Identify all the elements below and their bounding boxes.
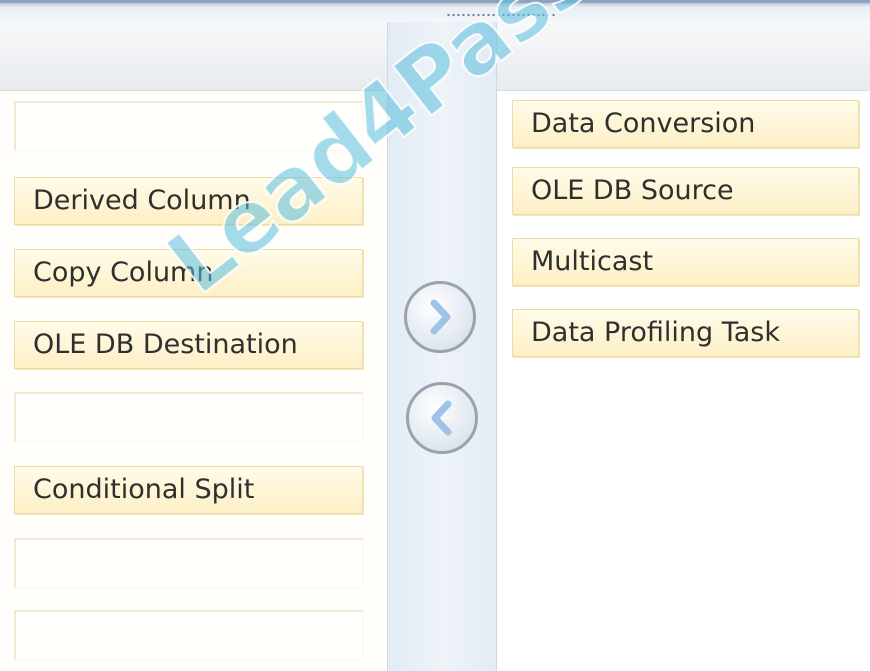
actions-header xyxy=(497,22,870,91)
answer-slot-8[interactable] xyxy=(14,610,363,660)
source-label: Data Profiling Task xyxy=(531,317,780,348)
answer-slot-7[interactable] xyxy=(14,538,363,588)
source-item[interactable]: Data Profiling Task xyxy=(512,309,859,357)
chevron-right-icon xyxy=(430,299,451,335)
answer-slot-3[interactable]: Copy Column xyxy=(14,249,363,297)
source-item[interactable]: OLE DB Source xyxy=(512,167,859,215)
slot-label: Derived Column xyxy=(33,185,251,216)
answer-slot-6[interactable]: Conditional Split xyxy=(14,466,363,514)
window-top-bar xyxy=(0,0,870,22)
move-right-button[interactable] xyxy=(404,281,476,353)
source-label: Multicast xyxy=(531,246,654,277)
source-item[interactable]: Data Conversion xyxy=(512,100,859,148)
move-left-button[interactable] xyxy=(406,382,478,454)
source-label: Data Conversion xyxy=(531,108,756,139)
source-label: OLE DB Source xyxy=(531,175,734,206)
slot-label: Copy Column xyxy=(33,257,214,288)
answer-slot-4[interactable]: OLE DB Destination xyxy=(14,321,363,369)
slot-label: Conditional Split xyxy=(33,474,255,505)
source-item[interactable]: Multicast xyxy=(512,238,859,286)
resize-grip[interactable] xyxy=(446,13,556,17)
answer-slot-1[interactable] xyxy=(14,101,363,151)
chevron-left-icon xyxy=(431,400,452,436)
answer-slot-2[interactable]: Derived Column xyxy=(14,177,363,225)
answer-area-header xyxy=(0,22,387,91)
answer-slot-5[interactable] xyxy=(14,392,363,442)
slot-label: OLE DB Destination xyxy=(33,329,298,360)
